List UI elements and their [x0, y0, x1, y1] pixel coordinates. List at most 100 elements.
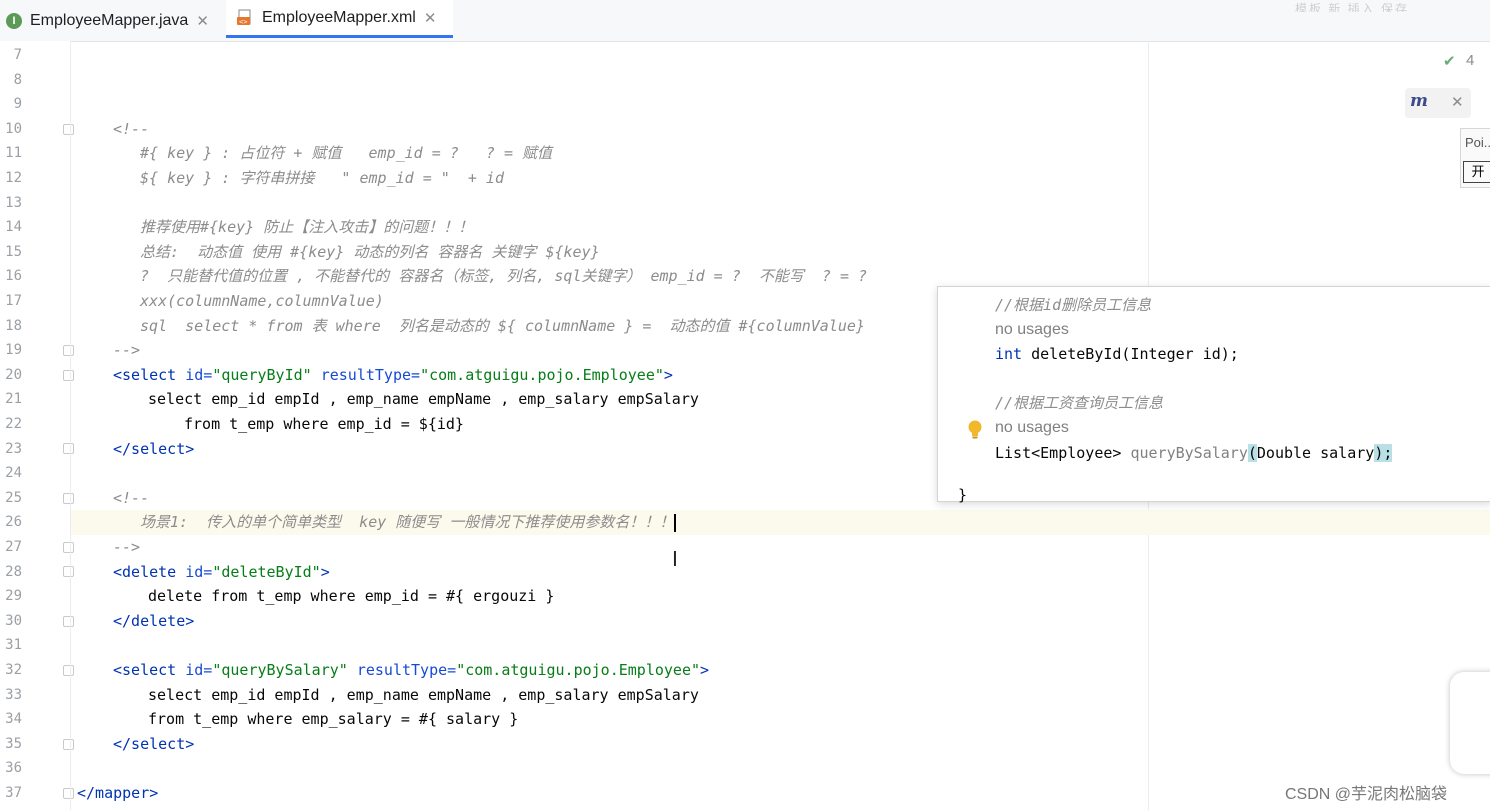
fold-marker[interactable]: [63, 124, 74, 135]
line-number: 23: [5, 440, 22, 457]
fold-marker[interactable]: [63, 566, 74, 577]
line-number: 14: [5, 219, 22, 236]
code-line-16: ? 只能替代值的位置 , 不能替代的 容器名（标签, 列名, sql关键字） e…: [140, 267, 868, 286]
code-line-29: delete from t_emp where emp_id = #{ ergo…: [148, 587, 555, 606]
maven-reload-icon[interactable]: m: [1410, 91, 1428, 111]
xml-value: "queryById": [212, 365, 312, 384]
line-number: 20: [5, 366, 22, 383]
return-type: List<Employee>: [995, 444, 1131, 462]
code-line-34: from t_emp where emp_salary = #{ salary …: [148, 710, 519, 729]
xml-value: "deleteById": [212, 562, 321, 581]
code-line-26: 场景1: 传入的单个简单类型 key 随便写 一般情况下推荐使用参数名！！！: [140, 510, 677, 535]
xml-tag: <select: [113, 365, 177, 384]
line-number: 31: [5, 637, 22, 654]
code-line-12: ${ key } : 字符串拼接 " emp_id = " + id: [140, 169, 504, 187]
code-line-23: </select>: [113, 439, 195, 458]
xml-value: "queryBySalary": [212, 661, 348, 679]
fold-marker[interactable]: [63, 443, 74, 454]
xml-tag: >: [700, 661, 710, 679]
popup-comment: //根据工资查询员工信息: [995, 394, 1164, 412]
code-line-19: -->: [113, 341, 141, 360]
xml-attr: id=: [185, 562, 213, 581]
line-number: 36: [5, 760, 22, 777]
tab-employee-mapper-java[interactable]: I EmployeeMapper.java ✕: [6, 0, 224, 41]
line-number: 21: [5, 391, 22, 408]
svg-text:<>: <>: [239, 18, 247, 26]
lightbulb-icon[interactable]: [967, 419, 983, 441]
fold-marker[interactable]: [63, 616, 74, 627]
fold-marker[interactable]: [63, 788, 74, 799]
popup-method-signature: List<Employee> queryBySalary(Double sala…: [995, 441, 1393, 466]
line-number: 37: [5, 785, 22, 801]
line-number: 27: [5, 539, 22, 555]
inspection-check-icon[interactable]: ✔: [1443, 52, 1456, 70]
line-number: 8: [13, 71, 22, 88]
line-number: 16: [5, 268, 22, 285]
fold-marker[interactable]: [63, 542, 74, 553]
maven-reload-widget[interactable]: m ✕: [1405, 88, 1471, 118]
close-icon[interactable]: ✕: [424, 9, 437, 27]
comment-text: 场景1: 传入的单个简单类型 key 随便写 一般情况下推荐使用参数名！！！: [140, 513, 675, 532]
tab-employee-mapper-xml[interactable]: <> EmployeeMapper.xml ✕: [226, 0, 453, 38]
keyword: int: [995, 345, 1023, 363]
code-line-28: <delete id="deleteById">: [113, 560, 330, 585]
floating-widget[interactable]: [1450, 672, 1490, 774]
line-number: 13: [5, 194, 22, 211]
line-number: 17: [5, 293, 22, 309]
paren-match: );: [1374, 444, 1393, 462]
xml-tag: <select: [113, 661, 177, 679]
code-line-35: </select>: [113, 734, 195, 753]
xml-attr: resultType=: [356, 661, 457, 679]
fold-marker[interactable]: [63, 370, 74, 381]
code-line-22: from t_emp where emp_id = ${id}: [184, 415, 464, 433]
code-line-15: 总结: 动态值 使用 #{key} 动态的列名 容器名 关键字 ${key}: [140, 242, 600, 261]
line-number: 34: [5, 711, 22, 728]
side-popup[interactable]: Poi... 开: [1460, 128, 1490, 188]
code-line-21: select emp_id empId , emp_name empName ,…: [148, 390, 699, 409]
code-line-11: #{ key } : 占位符 + 赋值 emp_id = ? ? = 赋值: [140, 144, 553, 163]
code-line-30: </delete>: [113, 611, 195, 630]
xml-value: "com.atguigu.pojo.Employee": [456, 661, 701, 679]
line-number: 22: [5, 416, 22, 432]
code-line-25: <!--: [113, 488, 150, 507]
fold-marker[interactable]: [63, 665, 74, 676]
popup-usages[interactable]: no usages: [995, 318, 1069, 343]
fold-marker[interactable]: [63, 739, 74, 750]
code-line-18: sql select * from 表 where 列名是动态的 ${ colu…: [140, 316, 865, 335]
code-line-27: -->: [113, 538, 141, 556]
code-line-33: select emp_id empId , emp_name empName ,…: [148, 685, 699, 704]
text-caret: [674, 513, 677, 532]
watermark: CSDN @芋泥肉松脑袋: [1285, 786, 1448, 803]
popup-comment: //根据id删除员工信息: [995, 296, 1152, 314]
text-cursor-icon: I: [672, 547, 678, 571]
fold-marker[interactable]: [63, 345, 74, 356]
line-number: 30: [5, 612, 22, 629]
side-popup-button[interactable]: 开: [1463, 161, 1490, 183]
gutter-separator: [70, 41, 71, 810]
line-number-gutter: 7 8 9 10 11 12 13 14 15 16 17 18 19 20 2…: [0, 41, 74, 810]
close-icon[interactable]: ✕: [196, 12, 209, 30]
quick-definition-popup[interactable]: //根据id删除员工信息 no usages int deleteById(In…: [937, 286, 1490, 504]
xml-attr: id=: [185, 365, 213, 384]
line-number: 10: [5, 120, 22, 137]
popup-method-signature: int deleteById(Integer id);: [995, 342, 1239, 367]
line-number: 9: [13, 96, 22, 113]
tab-label: EmployeeMapper.xml: [262, 8, 416, 26]
line-number: 25: [5, 489, 22, 506]
line-number: 15: [5, 243, 22, 260]
xml-tag: >: [663, 365, 673, 384]
xml-tag: <delete: [113, 562, 177, 581]
code-line-14: 推荐使用#{key} 防止【注入攻击】的问题！！！: [140, 218, 474, 237]
line-number: 26: [5, 514, 22, 531]
tab-label: EmployeeMapper.java: [30, 11, 189, 29]
fold-marker[interactable]: [63, 493, 74, 504]
side-popup-title: Poi...: [1465, 135, 1490, 150]
line-number: 12: [5, 170, 22, 186]
close-icon[interactable]: ✕: [1451, 93, 1464, 111]
line-number: 33: [5, 686, 22, 703]
method-name: queryBySalary: [1130, 444, 1248, 462]
line-number: 28: [5, 563, 22, 580]
popup-usages[interactable]: no usages: [995, 416, 1069, 441]
inspection-count: 4: [1466, 52, 1475, 69]
line-number: 18: [5, 317, 22, 334]
